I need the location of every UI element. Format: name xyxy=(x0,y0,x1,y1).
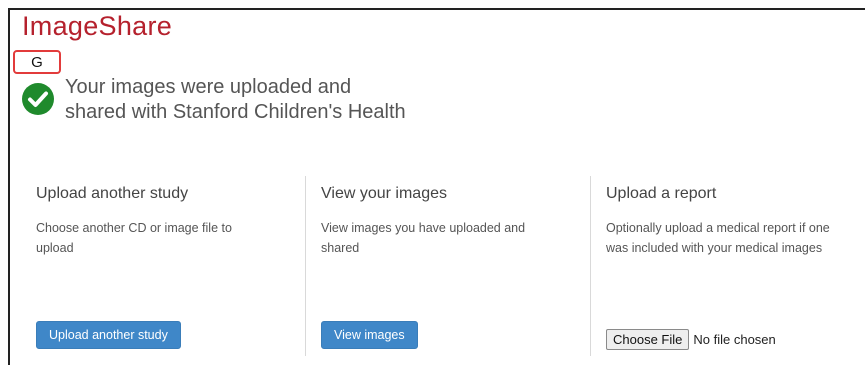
report-file-input: Choose File No file chosen xyxy=(606,329,776,350)
column-divider xyxy=(305,176,306,356)
upload-another-study-heading: Upload another study xyxy=(36,185,189,202)
file-status-text: No file chosen xyxy=(693,332,776,347)
description-line: View images you have uploaded and xyxy=(321,221,526,235)
upload-another-study-panel: Upload another study Choose another CD o… xyxy=(36,176,296,356)
key-hint-badge: G xyxy=(13,50,61,74)
description-line: Optionally upload a medical report if on… xyxy=(606,221,830,235)
view-images-description: View images you have uploaded and shared xyxy=(321,218,525,258)
upload-report-heading: Upload a report xyxy=(606,185,717,202)
description-line: shared xyxy=(321,241,360,255)
view-images-button[interactable]: View images xyxy=(321,321,418,349)
upload-report-panel: Upload a report Optionally upload a medi… xyxy=(606,176,861,356)
description-line: upload xyxy=(36,241,74,255)
brand-logo: ImageShare xyxy=(22,11,173,41)
upload-another-study-description: Choose another CD or image file to uploa… xyxy=(36,218,232,258)
description-line: was included with your medical images xyxy=(606,241,823,255)
description-line: Choose another CD or image file to xyxy=(36,221,232,235)
success-line-1: Your images were uploaded and xyxy=(65,76,352,98)
view-images-heading: View your images xyxy=(321,185,447,202)
column-divider xyxy=(590,176,591,356)
choose-file-button[interactable]: Choose File xyxy=(606,329,690,350)
success-check-icon xyxy=(22,83,54,115)
key-hint-label: G xyxy=(31,53,43,71)
upload-success-message: Your images were uploaded and shared wit… xyxy=(65,75,406,125)
upload-another-study-button[interactable]: Upload another study xyxy=(36,321,181,349)
view-images-panel: View your images View images you have up… xyxy=(321,176,581,356)
upload-report-description: Optionally upload a medical report if on… xyxy=(606,218,830,258)
success-line-2: shared with Stanford Children's Health xyxy=(65,101,406,123)
